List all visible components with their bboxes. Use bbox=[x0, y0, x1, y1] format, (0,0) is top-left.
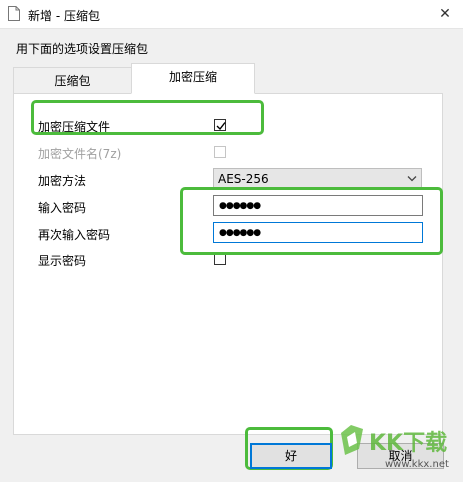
encrypt-filenames-checkbox[interactable] bbox=[214, 146, 226, 158]
encrypt-filenames-label: 加密文件名(7z) bbox=[38, 147, 122, 161]
close-button[interactable]: ✕ bbox=[435, 4, 455, 24]
chevron-down-icon bbox=[407, 176, 417, 182]
encryption-method-select[interactable]: AES-256 bbox=[213, 168, 422, 189]
document-icon bbox=[8, 6, 20, 21]
title-bar: 新增 - 压缩包 ✕ bbox=[0, 0, 463, 29]
watermark-url: www.kkx.net bbox=[385, 459, 449, 470]
highlight-encrypt-option bbox=[31, 100, 264, 135]
encryption-method-value: AES-256 bbox=[218, 172, 269, 186]
instruction-text: 用下面的选项设置压缩包 bbox=[16, 42, 149, 56]
password-label: 输入密码 bbox=[38, 201, 87, 215]
ok-button[interactable]: 好 bbox=[250, 443, 332, 469]
tab-encryption[interactable]: 加密压缩 bbox=[131, 63, 255, 94]
confirm-password-label: 再次输入密码 bbox=[38, 228, 111, 242]
watermark-logo: KK下载 www.kkx.net bbox=[333, 415, 461, 479]
highlight-password-fields bbox=[180, 187, 443, 255]
window-title: 新增 - 压缩包 bbox=[28, 9, 100, 23]
close-icon: ✕ bbox=[439, 6, 451, 22]
show-password-label: 显示密码 bbox=[38, 254, 87, 268]
watermark-brand: KK下载 bbox=[369, 431, 448, 456]
tab-archive[interactable]: 压缩包 bbox=[13, 67, 132, 93]
encryption-method-label: 加密方法 bbox=[38, 174, 87, 188]
